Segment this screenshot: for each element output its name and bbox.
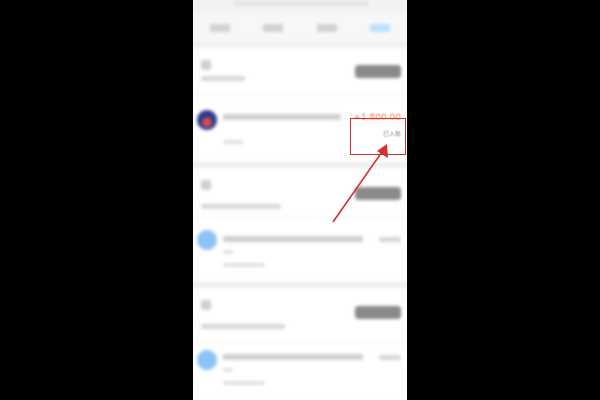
transaction-time	[223, 140, 243, 144]
month-summary	[201, 324, 285, 329]
transaction-category	[223, 250, 233, 254]
tab-active[interactable]	[370, 24, 391, 32]
month-summary	[201, 76, 245, 81]
transaction-title	[223, 236, 363, 242]
tab-3[interactable]	[316, 24, 337, 32]
transaction-row[interactable]	[193, 344, 407, 400]
transaction-row[interactable]	[193, 218, 407, 282]
month-header	[193, 288, 407, 342]
month-summary	[201, 204, 281, 209]
phone-screen: +1,800.00 已入账	[193, 0, 407, 400]
month-summary-button[interactable]	[355, 187, 401, 200]
transaction-title	[223, 354, 363, 360]
status-bar	[193, 0, 407, 14]
month-label	[201, 300, 211, 310]
tab-1[interactable]	[209, 24, 230, 32]
month-header	[193, 168, 407, 216]
month-label	[201, 60, 211, 70]
merchant-avatar	[197, 230, 217, 250]
transaction-time	[223, 263, 265, 267]
filter-tabs	[193, 14, 407, 42]
transaction-category	[223, 368, 233, 372]
transaction-time	[223, 381, 265, 385]
month-summary-button[interactable]	[355, 306, 401, 319]
search-bar[interactable]	[233, 0, 369, 6]
month-header	[193, 48, 407, 94]
merchant-avatar	[197, 110, 217, 130]
merchant-avatar	[197, 350, 217, 370]
month-summary-button[interactable]	[355, 65, 401, 78]
month-label	[201, 180, 211, 190]
transaction-title	[223, 114, 341, 120]
transaction-amount	[379, 355, 401, 360]
transaction-amount	[379, 237, 401, 242]
tab-2[interactable]	[263, 24, 284, 32]
annotation-highlight-box	[350, 118, 406, 155]
